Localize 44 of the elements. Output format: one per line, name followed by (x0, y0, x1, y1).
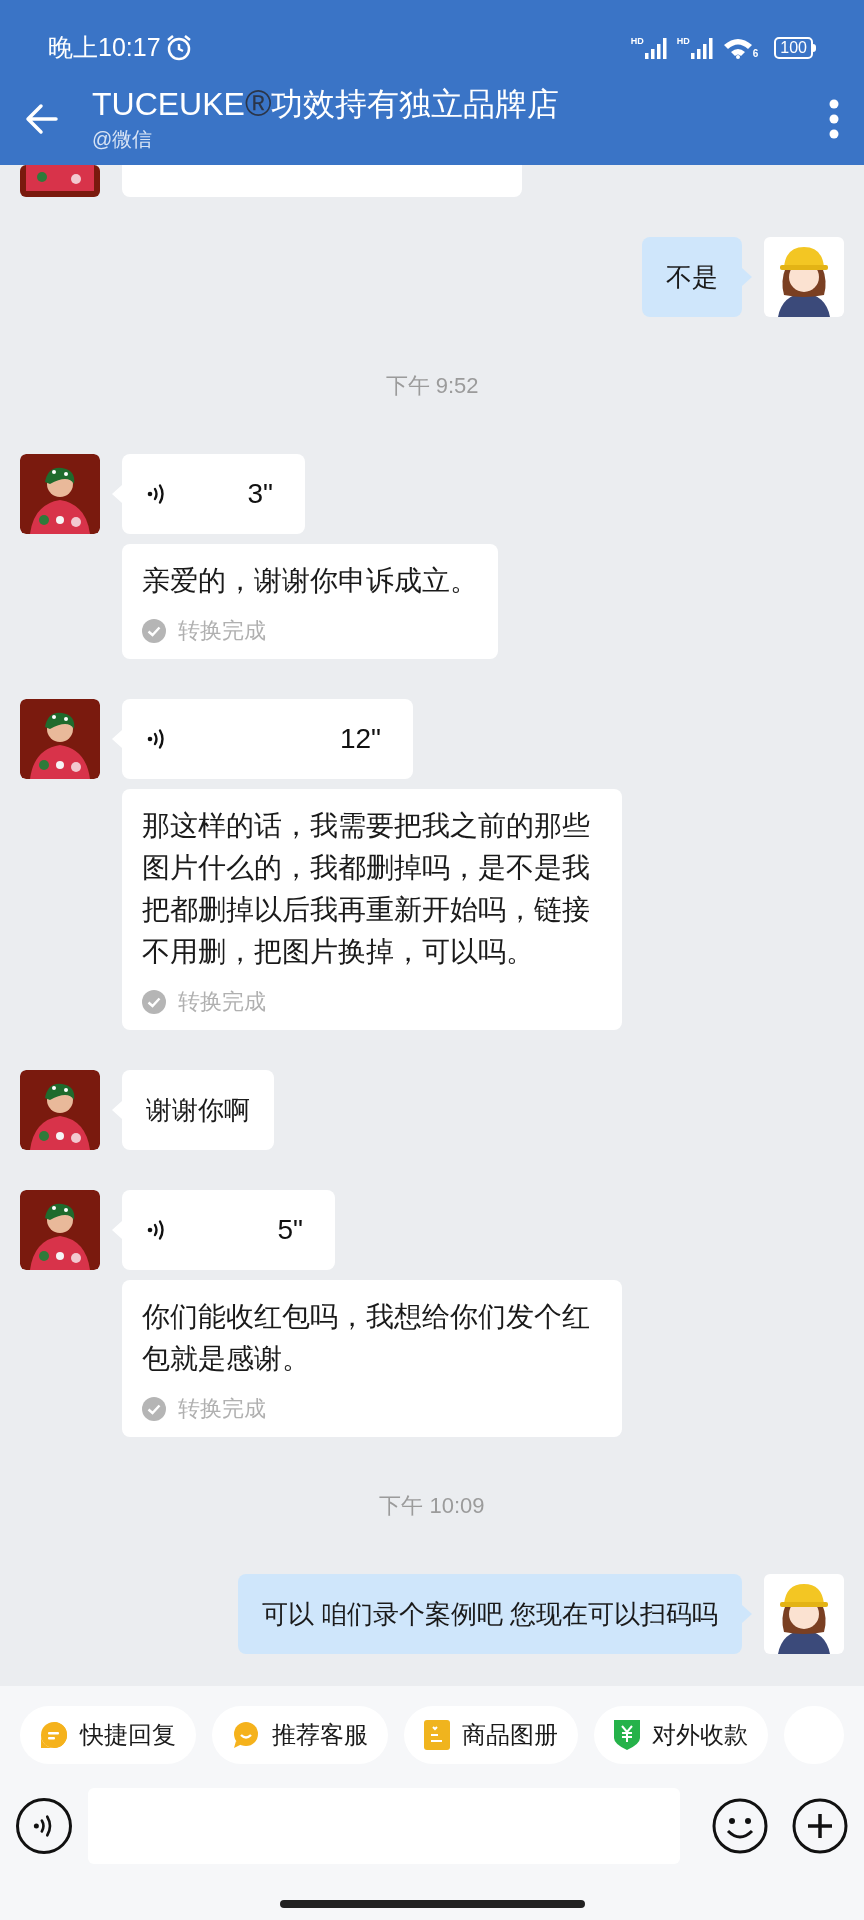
conversion-status: 转换完成 (178, 988, 266, 1016)
hd-label: HD (630, 37, 644, 46)
voice-message[interactable]: 12" (122, 699, 413, 779)
transcript-text: 那这样的话，我需要把我之前的那些图片什么的，我都删掉吗，是不是我把都删掉以后我再重新开始吗，链接不用删，把图片换掉，可以吗。 (142, 809, 591, 969)
voice-duration: 12" (339, 722, 381, 756)
more-icon[interactable] (828, 98, 840, 139)
check-icon (142, 989, 166, 1014)
quick-reply-chip[interactable]: 商品图册 (404, 1706, 578, 1764)
voice-message[interactable]: 3" (122, 454, 305, 534)
transcript-text: 亲爱的，谢谢你申诉成立。 (142, 564, 478, 598)
plus-icon[interactable] (792, 1798, 848, 1854)
check-icon (142, 618, 166, 643)
quick-reply-chip[interactable]: 快捷回复 (20, 1706, 196, 1764)
yuan-shield-icon (614, 1720, 640, 1750)
check-icon (142, 1396, 166, 1421)
message-text: 谢谢你啊 (146, 1093, 250, 1127)
transcript-text: 你们能收红包吗，我想给你们发个红包就是感谢。 (142, 1300, 591, 1376)
signal-icon (690, 37, 715, 59)
timestamp: 下午 10:09 (379, 1492, 485, 1520)
conversion-status: 转换完成 (178, 617, 266, 645)
message-text: 不是 (666, 260, 718, 294)
smile-chat-icon (232, 1721, 260, 1749)
clock-time: 晚上10:17 (48, 32, 161, 64)
voice-duration: 3" (247, 477, 273, 511)
voice-message[interactable]: 5" (122, 1190, 335, 1270)
document-icon (424, 1720, 450, 1750)
quick-reply-chip[interactable]: 推荐客服 (212, 1706, 388, 1764)
wifi-icon (722, 37, 753, 59)
chat-title: TUCEUKE (92, 84, 245, 124)
wifi-label: 6 (752, 49, 759, 59)
signal-icon (644, 37, 669, 59)
voice-input-button[interactable] (16, 1798, 72, 1854)
chat-title: 功效持有独立品牌店 (271, 84, 560, 124)
registered-mark: ® (244, 83, 272, 124)
chat-subtitle: @微信 (92, 126, 154, 152)
timestamp: 下午 9:52 (385, 372, 479, 400)
hd-label: HD (676, 37, 690, 46)
battery-indicator: 100 (774, 37, 816, 59)
emoji-icon[interactable] (712, 1798, 768, 1854)
quick-reply-chip[interactable]: 对外收款 (594, 1706, 768, 1764)
message-icon (40, 1721, 68, 1749)
conversion-status: 转换完成 (178, 1395, 266, 1423)
voice-duration: 5" (277, 1213, 303, 1247)
message-text: 可以 咱们录个案例吧 您现在可以扫码吗 (261, 1597, 718, 1631)
